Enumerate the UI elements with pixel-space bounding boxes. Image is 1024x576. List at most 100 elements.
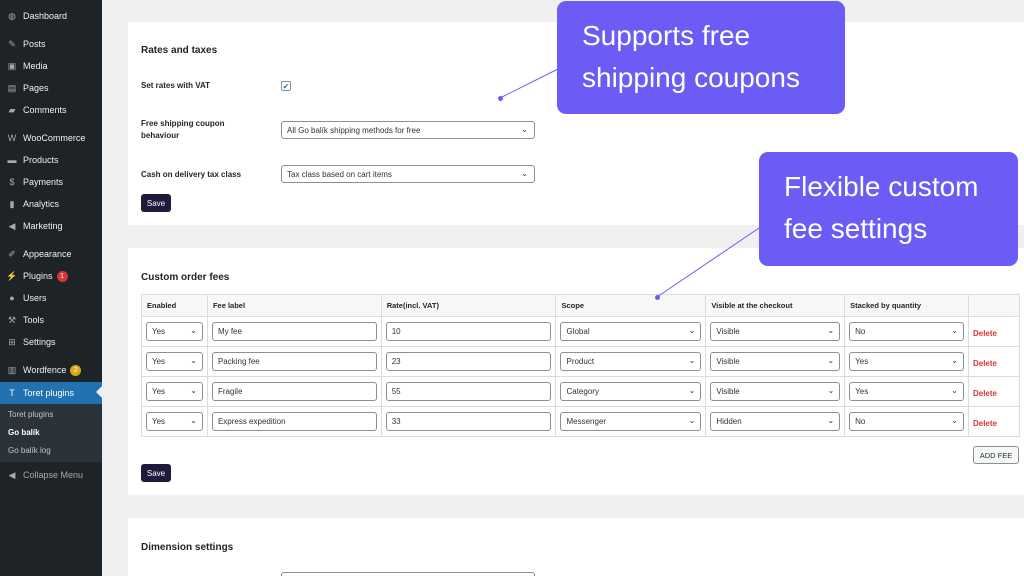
table-cell: Yes ⌄ xyxy=(141,316,208,347)
coupon-behaviour-select[interactable]: All Go balík shipping methods for free ⌄ xyxy=(281,121,535,139)
sidebar-item-label: Analytics xyxy=(23,199,60,209)
vat-checkbox[interactable]: ✔ xyxy=(281,81,291,91)
fee-label-input[interactable]: Express expedition xyxy=(211,412,377,431)
sidebar-item-toret-plugins[interactable]: T Toret plugins xyxy=(0,382,102,404)
visibility-select-value: Hidden xyxy=(716,417,742,426)
scope-select[interactable]: Global ⌄ xyxy=(560,322,702,341)
chevron-down-icon: ⌄ xyxy=(688,356,696,365)
table-cell: 55 xyxy=(380,376,557,407)
sidebar-item-settings[interactable]: ⊞ Settings xyxy=(0,332,102,352)
enabled-select[interactable]: Yes ⌄ xyxy=(146,382,203,401)
scope-select[interactable]: Messenger ⌄ xyxy=(560,412,702,431)
submenu-item-go-balik[interactable]: Go balík xyxy=(8,428,40,437)
cod-tax-select[interactable]: Tax class based on cart items ⌄ xyxy=(281,165,535,183)
table-cell: 10 xyxy=(380,316,557,347)
table-cell: Category ⌄ xyxy=(555,376,707,407)
visibility-select[interactable]: Visible ⌄ xyxy=(710,352,841,371)
chevron-down-icon: ⌄ xyxy=(951,386,958,395)
enabled-select[interactable]: Yes ⌄ xyxy=(146,412,203,431)
delete-link[interactable]: Delete xyxy=(973,359,997,368)
sidebar-item-appearance[interactable]: ✐ Appearance xyxy=(0,244,102,264)
sidebar-item-media[interactable]: ▣ Media xyxy=(0,56,102,76)
sidebar-item-analytics[interactable]: ▮ Analytics xyxy=(0,194,102,214)
fee-label-input[interactable]: Packing fee xyxy=(211,352,377,371)
sidebar-item-label: Dashboard xyxy=(23,11,68,21)
collapse-menu-button[interactable]: ◀ Collapse Menu xyxy=(0,465,102,485)
stacked-select[interactable]: Yes ⌄ xyxy=(849,382,964,401)
chevron-down-icon: ⌄ xyxy=(827,416,835,425)
table-cell: Express expedition xyxy=(206,406,382,437)
plugins-icon: ⚡ xyxy=(6,270,18,281)
column-header: Enabled xyxy=(141,294,208,317)
fee-label-input[interactable]: Fragile xyxy=(211,382,377,401)
delete-link[interactable]: Delete xyxy=(973,329,997,338)
chevron-down-icon: ⌄ xyxy=(190,416,197,425)
scope-select[interactable]: Category ⌄ xyxy=(560,382,702,401)
table-cell: Delete xyxy=(967,376,1021,407)
column-header: Rate(incl. VAT) xyxy=(380,294,557,317)
sidebar-item-label: Settings xyxy=(23,337,56,347)
sidebar-item-comments[interactable]: ▰ Comments xyxy=(0,100,102,120)
submenu-item-go-balik-log[interactable]: Go balík log xyxy=(8,446,51,455)
delete-link[interactable]: Delete xyxy=(973,419,997,428)
coupons-callout-line-1: Supports free xyxy=(582,20,751,51)
sidebar-item-woocommerce[interactable]: W WooCommerce xyxy=(0,128,102,148)
visibility-select[interactable]: Visible ⌄ xyxy=(710,382,841,401)
sidebar-item-marketing[interactable]: ◀ Marketing xyxy=(0,216,102,236)
fees-callout-line-2: fee settings xyxy=(784,213,928,244)
sidebar-item-label: Tools xyxy=(23,315,45,325)
save-fees-button[interactable]: Save xyxy=(141,464,171,482)
sidebar-item-pages[interactable]: ▤ Pages xyxy=(0,78,102,98)
stacked-select[interactable]: Yes ⌄ xyxy=(849,352,964,371)
fee-label-input-value: Express expedition xyxy=(217,417,286,426)
sidebar-item-dashboard[interactable]: ◍ Dashboard xyxy=(0,6,102,26)
stacked-select[interactable]: No ⌄ xyxy=(849,322,964,341)
visibility-select-value: Visible xyxy=(716,387,740,396)
fee-label-input-value: Fragile xyxy=(217,387,243,396)
fees-table: Enabled Fee label Rate(incl. VAT) Scope Visi… xyxy=(141,294,1021,437)
scope-select[interactable]: Product ⌄ xyxy=(560,352,702,371)
enabled-select-value: Yes xyxy=(152,327,166,336)
rate-input[interactable]: 10 xyxy=(385,322,552,341)
enabled-select-value: Yes xyxy=(152,357,166,366)
sidebar-item-tools[interactable]: ⚒ Tools xyxy=(0,310,102,330)
chevron-down-icon: ⌄ xyxy=(951,356,958,365)
comments-icon: ▰ xyxy=(8,104,16,115)
fees-callout-dot xyxy=(655,295,660,300)
fee-label-input-value: Packing fee xyxy=(217,357,260,366)
add-fee-button[interactable]: ADD FEE xyxy=(973,446,1019,464)
sidebar-item-label: Payments xyxy=(23,177,64,187)
sidebar-item-label: Comments xyxy=(23,105,67,115)
rate-input[interactable]: 55 xyxy=(385,382,552,401)
enabled-select[interactable]: Yes ⌄ xyxy=(146,322,203,341)
column-header: Visible at the checkout xyxy=(705,294,846,317)
collapse-icon: ◀ xyxy=(8,469,16,480)
sidebar-item-plugins[interactable]: ⚡ Plugins 1 xyxy=(0,266,102,286)
stacked-select[interactable]: No ⌄ xyxy=(849,412,964,431)
rate-input[interactable]: 33 xyxy=(385,412,552,431)
sidebar-item-products[interactable]: ▬ Products xyxy=(0,150,102,170)
save-button[interactable]: Save xyxy=(141,194,171,212)
rate-input-value: 10 xyxy=(391,327,401,336)
dimension-select[interactable] xyxy=(281,572,535,576)
delete-link[interactable]: Delete xyxy=(973,389,997,398)
table-cell: 23 xyxy=(380,346,557,377)
table-cell: Delete xyxy=(967,406,1021,437)
settings-icon: ⊞ xyxy=(8,336,16,347)
chevron-down-icon: ⌄ xyxy=(190,386,197,395)
dashboard-icon: ◍ xyxy=(8,10,16,21)
enabled-select[interactable]: Yes ⌄ xyxy=(146,352,203,371)
sidebar-item-wordfence[interactable]: ▥ Wordfence 2 xyxy=(0,360,102,380)
scope-select-value: Messenger xyxy=(566,417,607,426)
visibility-select[interactable]: Hidden ⌄ xyxy=(710,412,841,431)
sidebar-item-posts[interactable]: ✎ Posts xyxy=(0,34,102,54)
brush-icon: ✐ xyxy=(8,248,16,259)
submenu-item-toret-plugins[interactable]: Toret plugins xyxy=(8,410,53,419)
visibility-select[interactable]: Visible ⌄ xyxy=(710,322,841,341)
coupon-callout-dot xyxy=(498,96,503,101)
rate-input[interactable]: 23 xyxy=(385,352,552,371)
sidebar-item-payments[interactable]: $ Payments xyxy=(0,172,102,192)
enabled-select-value: Yes xyxy=(152,387,166,396)
fee-label-input[interactable]: My fee xyxy=(211,322,377,341)
sidebar-item-users[interactable]: ● Users xyxy=(0,288,102,308)
